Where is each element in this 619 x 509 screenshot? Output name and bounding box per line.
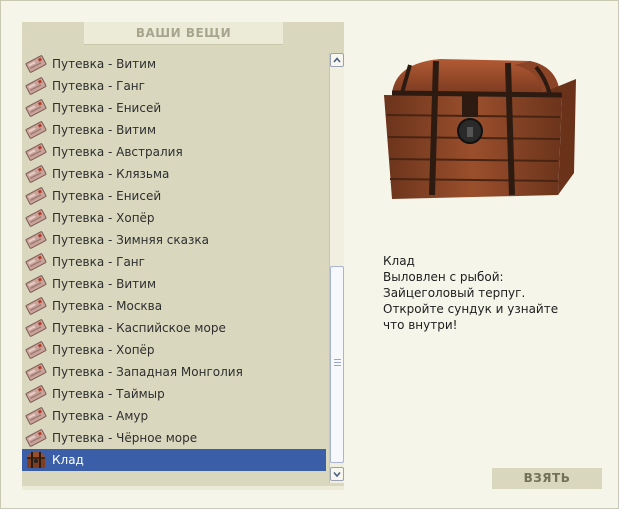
description-line: что внутри! bbox=[383, 318, 458, 332]
treasure-chest-image bbox=[380, 53, 576, 208]
list-item[interactable]: Путевка - Витим bbox=[22, 119, 326, 141]
voucher-icon bbox=[25, 362, 47, 382]
list-item-label: Путевка - Ганг bbox=[52, 255, 145, 269]
list-item[interactable]: Путевка - Ганг bbox=[22, 251, 326, 273]
description-line: Зайцеголовый терпуг. bbox=[383, 286, 526, 300]
list-item-label: Путевка - Клязьма bbox=[52, 167, 170, 181]
voucher-icon bbox=[25, 98, 47, 118]
list-item-label: Путевка - Таймыр bbox=[52, 387, 165, 401]
chevron-up-icon bbox=[333, 57, 341, 63]
list-item-label: Путевка - Амур bbox=[52, 409, 149, 423]
voucher-icon bbox=[25, 76, 47, 96]
treasure-chest-icon bbox=[25, 450, 47, 470]
list-item[interactable]: Путевка - Клязьма bbox=[22, 163, 326, 185]
item-name: Клад bbox=[383, 254, 415, 268]
voucher-icon bbox=[25, 406, 47, 426]
list-item[interactable]: Клад bbox=[22, 449, 326, 471]
list-item[interactable]: Путевка - Енисей bbox=[22, 97, 326, 119]
list-item-label: Путевка - Енисей bbox=[52, 101, 162, 115]
list-item[interactable]: Путевка - Хопёр bbox=[22, 207, 326, 229]
list-item-label: Путевка - Витим bbox=[52, 57, 157, 71]
voucher-icon bbox=[25, 340, 47, 360]
list-item[interactable]: Путевка - Ганг bbox=[22, 75, 326, 97]
voucher-icon bbox=[25, 120, 47, 140]
scroll-thumb[interactable] bbox=[330, 266, 344, 463]
voucher-icon bbox=[25, 208, 47, 228]
list-item-label: Путевка - Енисей bbox=[52, 189, 162, 203]
list-item-label: Путевка - Ганг bbox=[52, 79, 145, 93]
voucher-icon bbox=[25, 274, 47, 294]
voucher-icon bbox=[25, 428, 47, 448]
list-item[interactable]: Путевка - Австралия bbox=[22, 141, 326, 163]
list-item[interactable]: Путевка - Витим bbox=[22, 273, 326, 295]
panel-footer-strip bbox=[22, 486, 344, 490]
list-item-label: Путевка - Витим bbox=[52, 123, 157, 137]
list-item-label: Путевка - Каспийское море bbox=[52, 321, 226, 335]
list-item-label: Путевка - Москва bbox=[52, 299, 163, 313]
voucher-icon bbox=[25, 230, 47, 250]
list-scrollbar[interactable] bbox=[329, 53, 344, 483]
voucher-icon bbox=[25, 142, 47, 162]
scroll-down-button[interactable] bbox=[330, 467, 344, 481]
chevron-down-icon bbox=[333, 471, 341, 478]
list-item[interactable]: Путевка - Западная Монголия bbox=[22, 361, 326, 383]
list-item[interactable]: Путевка - Каспийское море bbox=[22, 317, 326, 339]
voucher-icon bbox=[25, 318, 47, 338]
list-item-label: Клад bbox=[52, 453, 84, 467]
list-item[interactable]: Путевка - Амур bbox=[22, 405, 326, 427]
list-item[interactable]: Путевка - Таймыр bbox=[22, 383, 326, 405]
list-item-label: Путевка - Австралия bbox=[52, 145, 183, 159]
list-item[interactable]: Путевка - Чёрное море bbox=[22, 427, 326, 449]
list-item-label: Путевка - Хопёр bbox=[52, 343, 155, 357]
list-item-label: Путевка - Чёрное море bbox=[52, 431, 198, 445]
voucher-icon bbox=[25, 186, 47, 206]
list-item-label: Путевка - Витим bbox=[52, 277, 157, 291]
voucher-icon bbox=[25, 252, 47, 272]
description-line: Выловлен с рыбой: bbox=[383, 270, 504, 284]
voucher-icon bbox=[25, 296, 47, 316]
voucher-icon bbox=[25, 384, 47, 404]
scroll-up-button[interactable] bbox=[330, 53, 344, 67]
take-button[interactable]: ВЗЯТЬ bbox=[492, 468, 602, 489]
inventory-title-tab: ВАШИ ВЕЩИ bbox=[84, 22, 283, 45]
list-item[interactable]: Путевка - Москва bbox=[22, 295, 326, 317]
list-item-label: Путевка - Хопёр bbox=[52, 211, 155, 225]
list-item[interactable]: Путевка - Енисей bbox=[22, 185, 326, 207]
voucher-icon bbox=[25, 54, 47, 74]
list-item[interactable]: Путевка - Витим bbox=[22, 53, 326, 75]
list-item-label: Путевка - Зимняя сказка bbox=[52, 233, 209, 247]
inventory-list[interactable]: Путевка - Витим Путевка - Ганг Путевка - Е… bbox=[22, 53, 326, 483]
list-item[interactable]: Путевка - Хопёр bbox=[22, 339, 326, 361]
list-item[interactable]: Путевка - Зимняя сказка bbox=[22, 229, 326, 251]
voucher-icon bbox=[25, 164, 47, 184]
list-item-label: Путевка - Западная Монголия bbox=[52, 365, 243, 379]
description-line: Откройте сундук и узнайте bbox=[383, 302, 559, 316]
item-description: Клад Выловлен с рыбой: Зайцеголовый терп… bbox=[383, 253, 598, 333]
